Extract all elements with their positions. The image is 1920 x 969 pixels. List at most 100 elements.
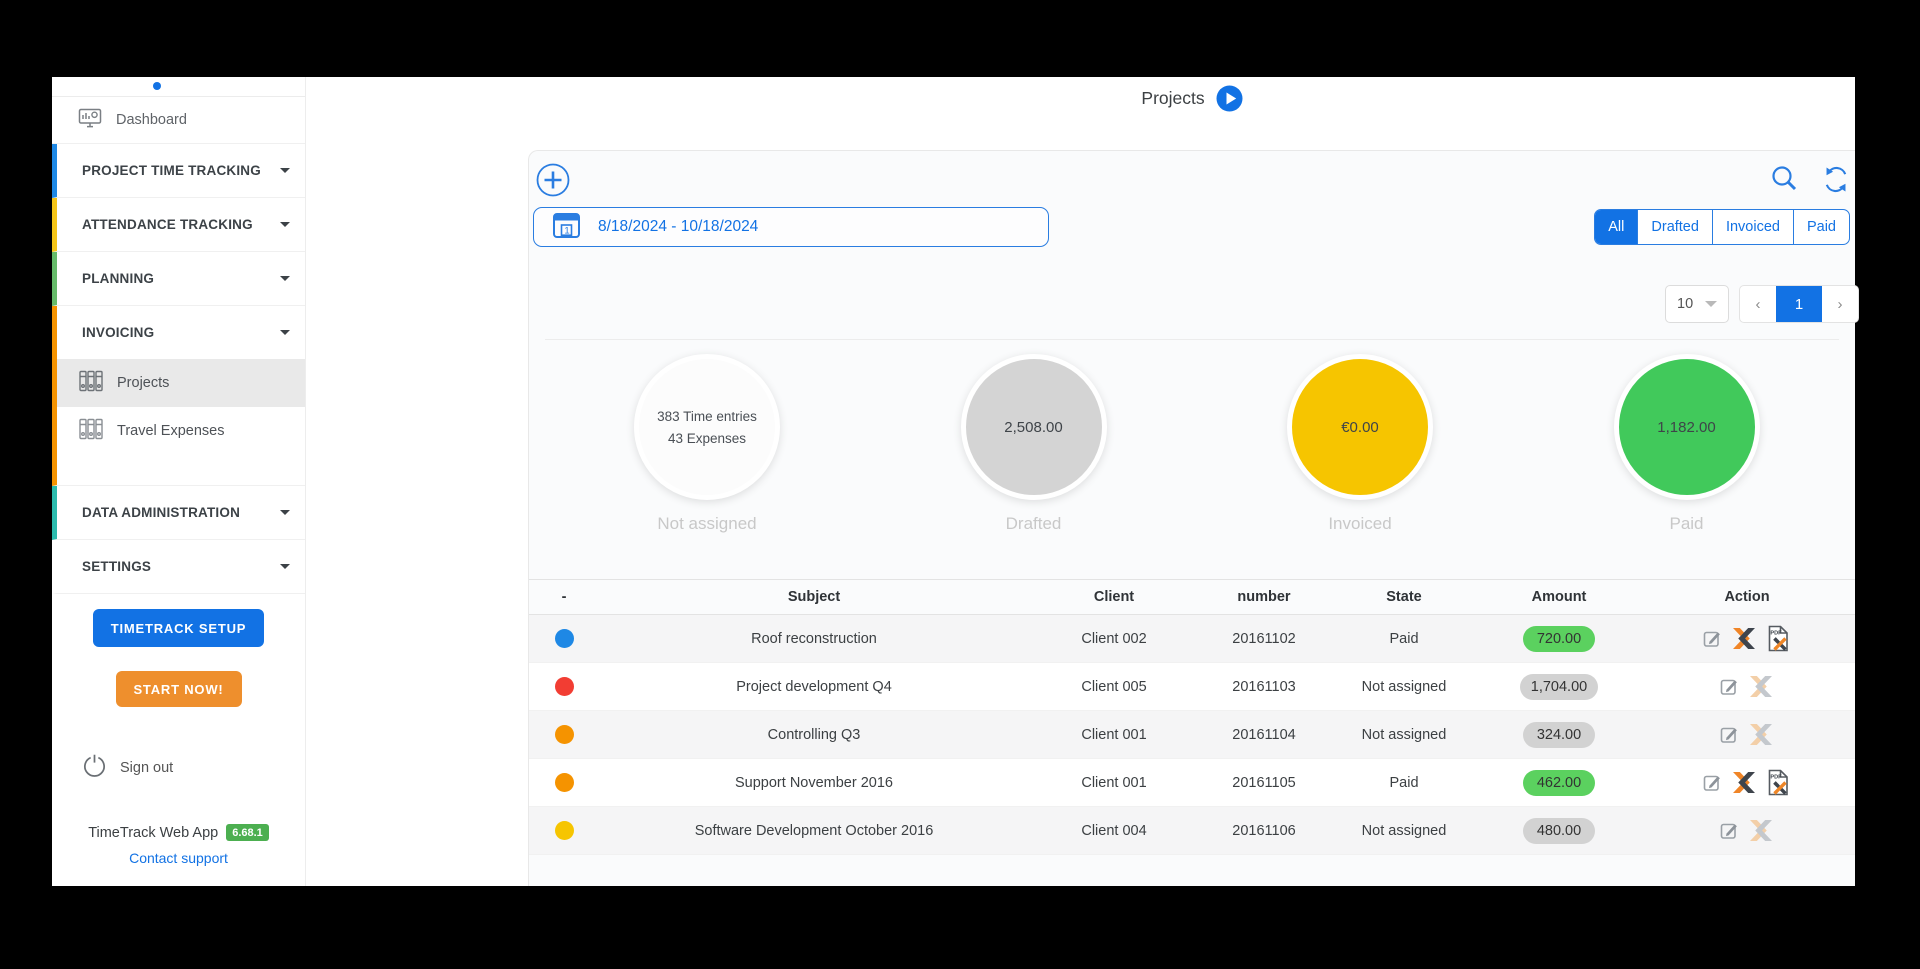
edit-icon[interactable] (1720, 677, 1739, 696)
sign-out-button[interactable]: Sign out (52, 753, 305, 782)
summary-circle-shape: €0.00 (1287, 354, 1433, 500)
column-header-action: Action (1639, 589, 1855, 605)
contact-support-link[interactable]: Contact support (52, 850, 305, 866)
pdf-export-icon[interactable]: PDF (1766, 769, 1791, 796)
main-area: Projects 1 8/ (306, 77, 1855, 886)
summary-circle-paid[interactable]: 1,182.00 Paid (1587, 354, 1787, 534)
edit-icon[interactable] (1720, 821, 1739, 840)
sidebar-group-invoicing: INVOICING Projects Travel Expenses (52, 306, 305, 486)
sidebar-item-label: Dashboard (116, 112, 187, 128)
subject-cell: Support November 2016 (599, 775, 1029, 791)
prev-page-button[interactable]: ‹ (1740, 286, 1776, 322)
actions-cell (1639, 675, 1855, 698)
export-x-icon[interactable] (1748, 819, 1774, 842)
client-cell: Client 001 (1029, 775, 1199, 791)
tab-all[interactable]: All (1595, 210, 1637, 244)
project-color-dot (555, 629, 574, 648)
current-page-button[interactable]: 1 (1776, 286, 1822, 322)
chevron-down-icon (280, 276, 290, 281)
sidebar: Dashboard PROJECT TIME TRACKING ATTENDAN… (52, 77, 306, 886)
subject-cell: Roof reconstruction (599, 631, 1029, 647)
sidebar-item-label: Projects (117, 375, 169, 391)
table-row: Controlling Q3Client 00120161104Not assi… (529, 711, 1855, 759)
search-icon[interactable] (1769, 163, 1799, 198)
project-color-dot (555, 821, 574, 840)
client-cell: Client 005 (1029, 679, 1199, 695)
summary-value: 1,182.00 (1657, 419, 1715, 436)
tab-paid[interactable]: Paid (1793, 210, 1849, 244)
svg-text:1: 1 (564, 225, 569, 236)
section-label: INVOICING (82, 325, 154, 340)
sidebar-footer: TimeTrack Web App 6.68.1 Contact support (52, 824, 305, 866)
export-x-icon[interactable] (1731, 771, 1757, 794)
state-filter-tabs: All Drafted Invoiced Paid (1594, 209, 1850, 245)
summary-label: Drafted (934, 514, 1134, 534)
tab-drafted[interactable]: Drafted (1637, 210, 1712, 244)
svg-text:PDF: PDF (1770, 631, 1782, 637)
project-color-dot (555, 677, 574, 696)
export-x-icon[interactable] (1748, 723, 1774, 746)
state-cell: Not assigned (1329, 727, 1479, 743)
add-project-button[interactable] (536, 163, 570, 197)
table-row: Roof reconstructionClient 00220161102Pai… (529, 615, 1855, 663)
logo-partial-icon (153, 82, 161, 90)
summary-circle-not-assigned[interactable]: 383 Time entries43 ExpensesNot assigned (607, 354, 807, 534)
summary-value: €0.00 (1341, 419, 1379, 436)
number-cell: 20161106 (1199, 823, 1329, 839)
edit-icon[interactable] (1720, 725, 1739, 744)
start-now-button[interactable]: START NOW! (116, 671, 242, 707)
date-range-input[interactable]: 1 8/18/2024 - 10/18/2024 (533, 207, 1049, 247)
color-dot-cell (529, 677, 599, 696)
next-page-button[interactable]: › (1822, 286, 1858, 322)
amount-cell: 324.00 (1479, 722, 1639, 748)
amount-cell: 1,704.00 (1479, 674, 1639, 700)
timetrack-setup-button[interactable]: TIMETRACK SETUP (93, 609, 264, 647)
edit-icon[interactable] (1703, 629, 1722, 648)
binders-icon (78, 418, 104, 444)
summary-circle-shape: 2,508.00 (961, 354, 1107, 500)
actions-cell: PDF (1639, 625, 1855, 652)
summary-circle-drafted[interactable]: 2,508.00 Drafted (934, 354, 1134, 534)
sidebar-section-invoicing[interactable]: INVOICING (57, 306, 305, 359)
page-size-select[interactable]: 10 (1665, 285, 1729, 323)
page-header: Projects (528, 80, 1856, 116)
chevron-down-icon (280, 168, 290, 173)
amount-badge: 480.00 (1523, 818, 1595, 844)
color-dot-cell (529, 629, 599, 648)
sidebar-item-dashboard[interactable]: Dashboard (52, 97, 305, 144)
sidebar-section-planning[interactable]: PLANNING (52, 252, 305, 306)
project-color-dot (555, 725, 574, 744)
tab-invoiced[interactable]: Invoiced (1712, 210, 1793, 244)
table-row: Project development Q4Client 00520161103… (529, 663, 1855, 711)
sidebar-item-travel-expenses[interactable]: Travel Expenses (57, 407, 305, 455)
table-row: Support November 2016Client 00120161105P… (529, 759, 1855, 807)
projects-card: 1 8/18/2024 - 10/18/2024 All Drafted Inv… (528, 150, 1855, 886)
section-label: ATTENDANCE TRACKING (82, 217, 253, 232)
amount-cell: 462.00 (1479, 770, 1639, 796)
sidebar-section-data-administration[interactable]: DATA ADMINISTRATION (52, 486, 305, 540)
sidebar-item-projects[interactable]: Projects (57, 359, 305, 407)
sidebar-section-project-time-tracking[interactable]: PROJECT TIME TRACKING (52, 144, 305, 198)
export-x-icon[interactable] (1731, 627, 1757, 650)
divider (545, 339, 1839, 340)
amount-cell: 480.00 (1479, 818, 1639, 844)
edit-icon[interactable] (1703, 773, 1722, 792)
sidebar-section-attendance-tracking[interactable]: ATTENDANCE TRACKING (52, 198, 305, 252)
export-x-icon[interactable] (1748, 675, 1774, 698)
pdf-export-icon[interactable]: PDF (1766, 625, 1791, 652)
project-color-dot (555, 773, 574, 792)
client-cell: Client 004 (1029, 823, 1199, 839)
table-header-row: -SubjectClientnumberStateAmountAction (529, 579, 1855, 615)
app-name: TimeTrack Web App (88, 825, 218, 841)
number-cell: 20161105 (1199, 775, 1329, 791)
summary-circle-shape: 1,182.00 (1614, 354, 1760, 500)
state-cell: Paid (1329, 775, 1479, 791)
summary-circle-invoiced[interactable]: €0.00Invoiced (1260, 354, 1460, 534)
client-cell: Client 001 (1029, 727, 1199, 743)
refresh-icon[interactable] (1820, 165, 1852, 199)
summary-label: Paid (1587, 514, 1787, 534)
section-label: PLANNING (82, 271, 154, 286)
play-tutorial-button[interactable] (1216, 85, 1243, 112)
sidebar-section-settings[interactable]: SETTINGS (52, 540, 305, 594)
page-size-value: 10 (1677, 296, 1693, 312)
